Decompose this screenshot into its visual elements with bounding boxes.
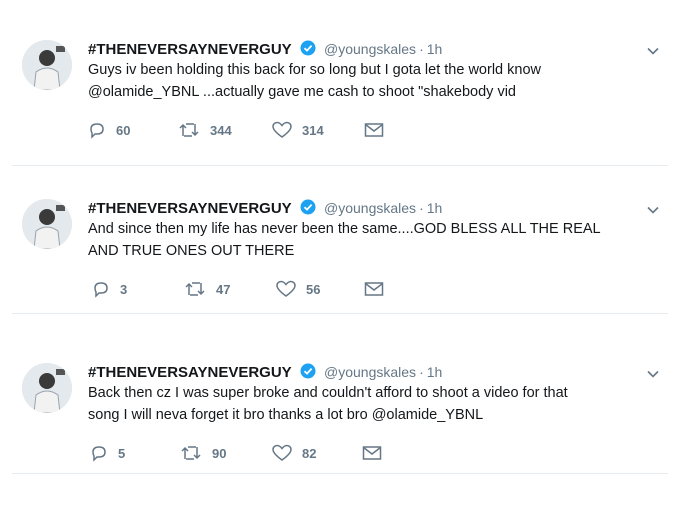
reply-button[interactable]: 60 <box>88 120 130 140</box>
retweet-count: 90 <box>212 445 227 461</box>
tweet-text: Back then cz I was super broke and could… <box>88 382 648 426</box>
reply-count: 60 <box>116 122 131 138</box>
tweet-divider <box>12 165 668 166</box>
message-button[interactable] <box>364 120 384 140</box>
like-button[interactable]: 314 <box>272 120 324 140</box>
like-count: 82 <box>302 445 317 461</box>
username[interactable]: @youngskales <box>324 200 416 216</box>
tweet-text-line: song I will neva forget it bro thanks a … <box>88 407 484 423</box>
reply-count: 3 <box>120 281 128 297</box>
retweet-icon <box>184 280 206 298</box>
like-icon <box>276 280 296 298</box>
username[interactable]: @youngskales <box>324 364 416 380</box>
like-icon <box>272 444 292 462</box>
reply-button[interactable]: 3 <box>92 279 127 299</box>
retweet-button[interactable]: 344 <box>178 120 232 140</box>
tweet-text-line: Back then cz I was super broke and could… <box>88 385 568 401</box>
timestamp[interactable]: 1h <box>427 41 443 57</box>
verified-badge-icon <box>300 363 316 384</box>
display-name[interactable]: #THENEVERSAYNEVERGUY <box>88 41 292 58</box>
tweet-header: #THENEVERSAYNEVERGUY @youngskales · 1h <box>88 363 442 381</box>
retweet-icon <box>178 121 200 139</box>
retweet-count: 47 <box>216 281 231 297</box>
tweet-2[interactable]: #THENEVERSAYNEVERGUY @youngskales · 1h And… <box>0 185 680 314</box>
message-icon <box>364 281 384 297</box>
avatar[interactable] <box>22 363 72 413</box>
tweet-text-line: And since then my life has never been th… <box>88 221 601 237</box>
reply-icon <box>88 121 106 139</box>
reply-button[interactable]: 5 <box>90 443 125 463</box>
display-name[interactable]: #THENEVERSAYNEVERGUY <box>88 364 292 381</box>
verified-badge-icon <box>300 199 316 220</box>
separator-dot: · <box>419 200 424 216</box>
tweet-header: #THENEVERSAYNEVERGUY @youngskales · 1h <box>88 199 442 217</box>
message-icon <box>362 445 382 461</box>
like-button[interactable]: 56 <box>276 279 320 299</box>
tweet-text: Guys iv been holding this back for so lo… <box>88 59 648 103</box>
verified-badge-icon <box>300 40 316 61</box>
separator-dot: · <box>419 41 424 57</box>
reply-count: 5 <box>118 445 126 461</box>
timestamp[interactable]: 1h <box>427 364 443 380</box>
like-button[interactable]: 82 <box>272 443 316 463</box>
tweet-divider <box>12 473 668 474</box>
separator-dot: · <box>419 364 424 380</box>
tweet-1[interactable]: #THENEVERSAYNEVERGUY @youngskales · 1h Guy… <box>0 0 680 166</box>
chevron-down-icon[interactable] <box>646 367 660 381</box>
retweet-count: 344 <box>210 122 232 138</box>
reply-icon <box>90 444 108 462</box>
tweet-header: #THENEVERSAYNEVERGUY @youngskales · 1h <box>88 40 442 58</box>
tweet-text-line: AND TRUE ONES OUT THERE <box>88 243 295 259</box>
tweet-text: And since then my life has never been th… <box>88 218 648 262</box>
message-icon <box>364 122 384 138</box>
like-icon <box>272 121 292 139</box>
retweet-button[interactable]: 47 <box>184 279 230 299</box>
message-button[interactable] <box>362 443 382 463</box>
reply-icon <box>92 280 110 298</box>
tweet-text-line: Guys iv been holding this back for so lo… <box>88 62 541 78</box>
tweet-text-line: @olamide_YBNL ...actually gave me cash t… <box>88 84 516 100</box>
tweet-divider <box>12 313 668 314</box>
retweet-icon <box>180 444 202 462</box>
chevron-down-icon[interactable] <box>646 44 660 58</box>
tweet-3[interactable]: #THENEVERSAYNEVERGUY @youngskales · 1h Bac… <box>0 349 680 474</box>
like-count: 314 <box>302 122 324 138</box>
message-button[interactable] <box>364 279 384 299</box>
retweet-button[interactable]: 90 <box>180 443 226 463</box>
chevron-down-icon[interactable] <box>646 203 660 217</box>
username[interactable]: @youngskales <box>324 41 416 57</box>
like-count: 56 <box>306 281 321 297</box>
avatar[interactable] <box>22 199 72 249</box>
display-name[interactable]: #THENEVERSAYNEVERGUY <box>88 200 292 217</box>
avatar[interactable] <box>22 40 72 90</box>
timestamp[interactable]: 1h <box>427 200 443 216</box>
